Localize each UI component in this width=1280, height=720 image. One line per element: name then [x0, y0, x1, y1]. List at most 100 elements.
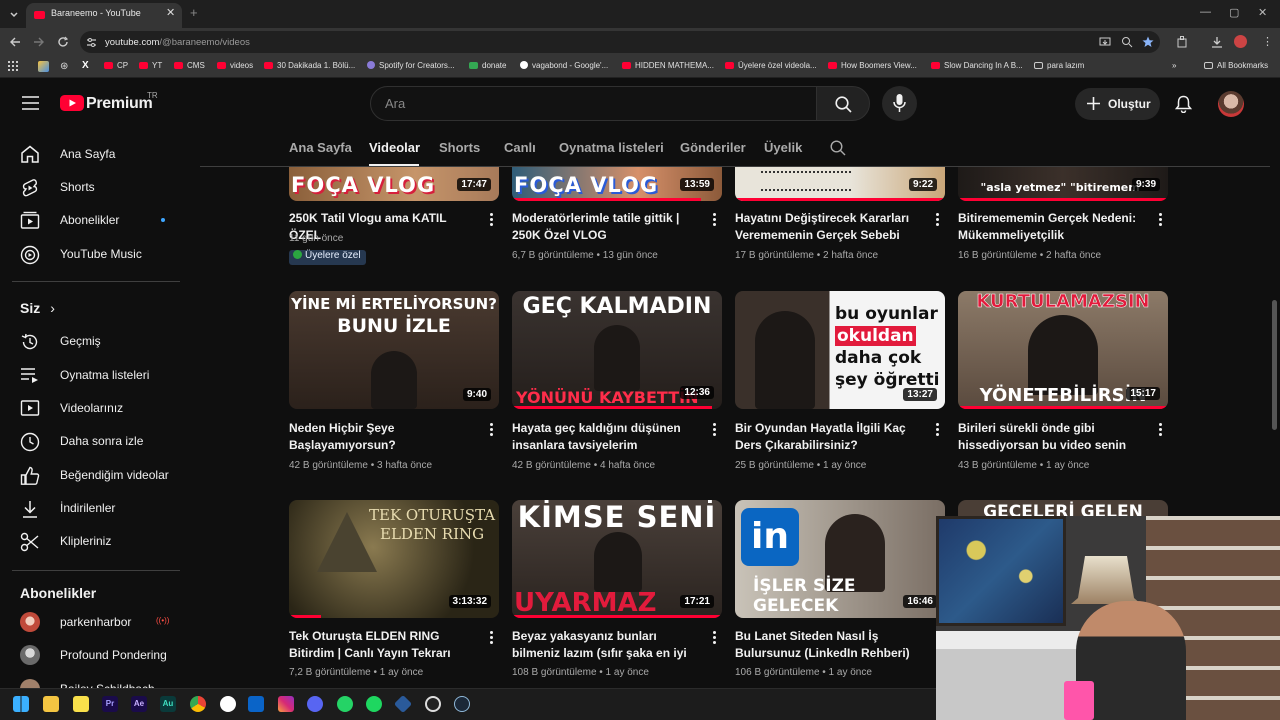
- video-menu-icon[interactable]: [1155, 422, 1165, 438]
- bookmark-vagabond[interactable]: vagabond - Google'...: [520, 61, 608, 70]
- bookmark-cms[interactable]: CMS: [174, 61, 205, 70]
- sidebar-subscription-profound-pondering[interactable]: Profound Pondering: [0, 638, 192, 672]
- sidebar-item-watch-later[interactable]: Daha sonra izle: [0, 424, 192, 458]
- bookmark-yt[interactable]: YT: [139, 61, 162, 70]
- video-thumbnail[interactable]: in İŞLER SİZE GELECEK 16:46: [735, 500, 945, 618]
- video-thumbnail[interactable]: GEÇ KALMADIN YÖNÜNÜ KAYBETTİN 12:36: [512, 291, 722, 409]
- sidebar-item-downloads[interactable]: İndirilenler: [0, 491, 192, 525]
- instagram-icon[interactable]: [278, 696, 294, 712]
- voice-search-button[interactable]: [882, 86, 917, 121]
- close-window-button[interactable]: ✕: [1258, 6, 1267, 19]
- openai-icon[interactable]: [220, 696, 236, 712]
- bookmark-x-icon[interactable]: X: [82, 60, 89, 71]
- browser-tab[interactable]: Baraneemo - YouTube ✕: [26, 3, 182, 28]
- video-title[interactable]: Tek Oturuşta ELDEN RING Bitirdim | Canlı…: [289, 628, 479, 662]
- video-menu-icon[interactable]: [486, 630, 496, 646]
- chrome-icon[interactable]: [190, 696, 206, 712]
- bookmarks-overflow-icon[interactable]: »: [1172, 61, 1176, 70]
- video-thumbnail[interactable]: bu oyunlar okuldan daha çok şey öğretti 13:…: [735, 291, 945, 409]
- minimize-button[interactable]: —: [1200, 6, 1211, 18]
- sidebar-subscription-parkenharbor[interactable]: parkenharbor ((•)): [0, 605, 192, 639]
- video-title[interactable]: Bu Lanet Siteden Nasıl İş Bulursunuz (Li…: [735, 628, 925, 662]
- hamburger-menu-icon[interactable]: [22, 96, 39, 110]
- video-title[interactable]: Bitiremememin Gerçek Nedeni: Mükemmeliye…: [958, 210, 1148, 244]
- bookmark-hidden-mathematics[interactable]: HIDDEN MATHEMA...: [622, 61, 714, 70]
- sticky-notes-icon[interactable]: [73, 696, 89, 712]
- video-title[interactable]: Hayatını Değiştirecek Kararları Verememe…: [735, 210, 925, 244]
- video-title[interactable]: Beyaz yakasyanız bunları bilmeniz lazım …: [512, 628, 702, 662]
- search-button[interactable]: [816, 86, 870, 121]
- extensions-icon[interactable]: [1176, 36, 1188, 48]
- video-thumbnail[interactable]: FOÇA VLOG 13:59: [512, 167, 722, 201]
- video-title[interactable]: Birileri sürekli önde gibi hissediyorsan…: [958, 420, 1148, 454]
- video-menu-icon[interactable]: [1155, 212, 1165, 228]
- profile-avatar-icon[interactable]: [1234, 35, 1247, 48]
- spotify-icon[interactable]: [366, 696, 382, 712]
- file-explorer-icon[interactable]: [43, 696, 59, 712]
- windows-start-icon[interactable]: [13, 696, 29, 712]
- after-effects-icon[interactable]: Ae: [131, 696, 147, 712]
- bookmark-how-boomers[interactable]: How Boomers View...: [828, 61, 917, 70]
- maximize-button[interactable]: ▢: [1229, 6, 1239, 19]
- url-text[interactable]: youtube.com/@baraneemo/videos: [105, 37, 250, 48]
- sidebar-item-subscriptions[interactable]: Abonelikler: [0, 203, 192, 237]
- video-title[interactable]: Hayata geç kaldığını düşünen insanlara t…: [512, 420, 702, 454]
- new-tab-button[interactable]: +: [190, 5, 198, 20]
- tab-shorts[interactable]: Shorts: [439, 140, 480, 155]
- sidebar-item-your-videos[interactable]: Videolarınız: [0, 391, 192, 425]
- create-button[interactable]: Oluştur: [1075, 88, 1160, 120]
- site-info-icon[interactable]: [86, 37, 97, 48]
- outlook-icon[interactable]: [248, 696, 264, 712]
- steam-icon[interactable]: [454, 696, 470, 712]
- video-menu-icon[interactable]: [932, 422, 942, 438]
- video-menu-icon[interactable]: [486, 422, 496, 438]
- notifications-bell-icon[interactable]: [1175, 95, 1192, 113]
- all-bookmarks[interactable]: All Bookmarks: [1204, 61, 1268, 70]
- sidebar-item-playlists[interactable]: Oynatma listeleri: [0, 358, 192, 392]
- sidebar-item-history[interactable]: Geçmiş: [0, 324, 192, 358]
- forward-button[interactable]: [33, 36, 45, 48]
- video-menu-icon[interactable]: [709, 422, 719, 438]
- video-thumbnail[interactable]: "asla yetmez" "bitiremem" 9:39: [958, 167, 1168, 201]
- tab-home[interactable]: Ana Sayfa: [289, 140, 352, 155]
- back-button[interactable]: [9, 36, 21, 48]
- tab-videos[interactable]: Videolar: [369, 140, 420, 155]
- bookmark-star-icon[interactable]: [1142, 36, 1154, 48]
- bookmark-cp[interactable]: CP: [104, 61, 128, 70]
- bookmark-donate[interactable]: donate: [469, 61, 506, 70]
- downloads-toolbar-icon[interactable]: [1211, 36, 1223, 48]
- youtube-logo[interactable]: [60, 94, 84, 112]
- search-input[interactable]: Ara: [370, 86, 817, 121]
- video-thumbnail[interactable]: 9:22: [735, 167, 945, 201]
- tab-close-icon[interactable]: ✕: [166, 6, 175, 19]
- tab-live[interactable]: Canlı: [504, 140, 536, 155]
- video-thumbnail[interactable]: FOÇA VLOG 17:47: [289, 167, 499, 201]
- video-menu-icon[interactable]: [486, 212, 496, 228]
- sidebar-item-liked-videos[interactable]: Beğendiğim videolar: [0, 458, 192, 492]
- account-avatar[interactable]: [1218, 91, 1244, 117]
- zoom-icon[interactable]: [1121, 36, 1133, 48]
- sidebar-item-youtube-music[interactable]: YouTube Music: [0, 237, 192, 271]
- video-menu-icon[interactable]: [709, 212, 719, 228]
- bookmark-slow-dancing[interactable]: Slow Dancing In A B...: [931, 61, 1023, 70]
- obs-icon[interactable]: [425, 696, 441, 712]
- bookmark-30-dakikada[interactable]: 30 Dakikada 1. Bölü...: [264, 61, 355, 70]
- sidebar-item-home[interactable]: Ana Sayfa: [0, 137, 192, 171]
- apps-grid-icon[interactable]: [8, 61, 18, 71]
- video-thumbnail[interactable]: YİNE Mİ ERTELİYORSUN? BUNU İZLE 9:40: [289, 291, 499, 409]
- sidebar-you-heading[interactable]: Siz ›: [20, 300, 55, 316]
- video-thumbnail[interactable]: KİMSE SENİ UYARMAZ 17:21: [512, 500, 722, 618]
- discord-icon[interactable]: [307, 696, 323, 712]
- channel-search-icon[interactable]: [830, 140, 846, 156]
- bookmark-openai-icon[interactable]: ⊛: [60, 61, 68, 72]
- video-thumbnail[interactable]: KURTULAMAZSIN YÖNETEBİLİRSİN 15:17: [958, 291, 1168, 409]
- premiere-pro-icon[interactable]: Pr: [102, 696, 118, 712]
- video-menu-icon[interactable]: [709, 630, 719, 646]
- video-thumbnail[interactable]: TEK OTURUŞTA ELDEN RING 3:13:32: [289, 500, 499, 618]
- bookmark-uyelere-ozel[interactable]: Üyelere özel videola...: [725, 61, 817, 70]
- sidebar-item-clips[interactable]: Klipleriniz: [0, 524, 192, 558]
- video-title[interactable]: Bir Oyundan Hayatla İlgili Kaç Ders Çıka…: [735, 420, 925, 454]
- tab-playlists[interactable]: Oynatma listeleri: [559, 140, 664, 155]
- video-title[interactable]: Moderatörlerimle tatile gittik | 250K Öz…: [512, 210, 702, 244]
- page-scrollbar-thumb[interactable]: [1272, 300, 1277, 430]
